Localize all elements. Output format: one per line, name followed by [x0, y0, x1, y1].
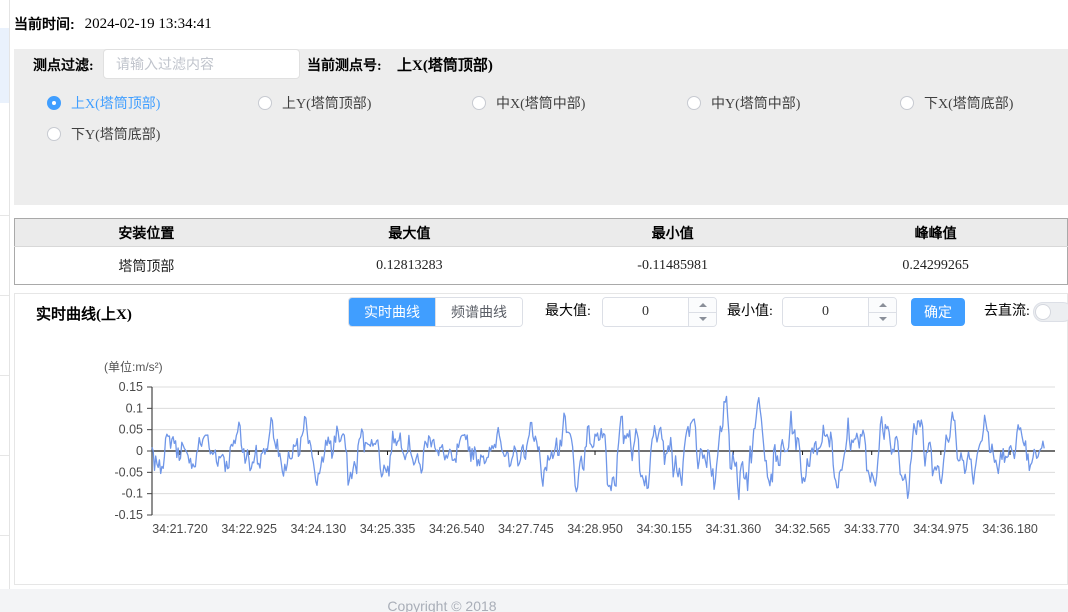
sidebar-divider [0, 215, 9, 216]
col-install-position: 安装位置 [15, 219, 278, 247]
toggle-knob [1035, 304, 1051, 320]
radio-circle-icon [472, 96, 486, 110]
cell-install-position: 塔筒顶部 [15, 247, 278, 285]
min-value-input[interactable] [783, 298, 868, 326]
radio-label: 上X(塔筒顶部) [71, 93, 160, 113]
min-value-input-group [782, 297, 897, 327]
radio-circle-icon [258, 96, 272, 110]
chart-series-line [152, 396, 1044, 499]
radio-point-mid-x[interactable]: 中X(塔筒中部) [472, 93, 585, 113]
stats-header-row: 安装位置 最大值 最小值 峰峰值 [15, 219, 1068, 247]
chart-unit-label: (单位:m/s²) [104, 358, 163, 375]
radio-circle-icon [47, 127, 61, 141]
spinner-up-button[interactable] [869, 298, 896, 313]
chart-x-tick-label: 34:30.155 [636, 522, 692, 536]
chart-y-tick-label: -0.05 [115, 465, 144, 479]
max-value-input[interactable] [603, 298, 688, 326]
col-min-value: 最小值 [541, 219, 804, 247]
sidebar-active-item[interactable] [0, 28, 9, 103]
point-filter-panel: 测点过滤: 当前测点号: 上X(塔筒顶部) 上X(塔筒顶部) 上Y(塔筒顶部) … [14, 49, 1068, 205]
filter-label: 测点过滤: [33, 55, 94, 75]
col-max-value: 最大值 [278, 219, 541, 247]
table-row: 塔筒顶部 0.12813283 -0.11485981 0.24299265 [15, 247, 1068, 285]
radio-label: 上Y(塔筒顶部) [282, 93, 371, 113]
chart-x-tick-label: 34:25.335 [360, 522, 416, 536]
cell-min-value: -0.11485981 [541, 247, 804, 285]
chevron-up-icon [699, 303, 707, 307]
spinner-down-button[interactable] [689, 313, 716, 327]
tab-spectrum-curve[interactable]: 频谱曲线 [435, 298, 522, 326]
sidebar-divider [0, 455, 9, 456]
sidebar-edge [0, 0, 10, 590]
chart-x-tick-label: 34:31.360 [706, 522, 762, 536]
tab-realtime-curve[interactable]: 实时曲线 [349, 298, 435, 326]
chart-x-tick-label: 34:34.975 [913, 522, 969, 536]
copyright-text: Copyright © 2018 [0, 598, 884, 612]
current-time-label: 当前时间: [14, 14, 75, 34]
curve-tab-group: 实时曲线 频谱曲线 [348, 297, 523, 327]
realtime-curve-panel: 实时曲线(上X) 实时曲线 频谱曲线 最大值: 最小值: 确定 去直流: ( [14, 293, 1068, 585]
min-value-spinner [868, 298, 896, 326]
max-value-label: 最大值: [545, 297, 591, 327]
radio-point-mid-y[interactable]: 中Y(塔筒中部) [687, 93, 800, 113]
waveform-chart: 0.15 0.1 0.05 0 -0.05 -0.1 -0.15 34:21.720 34:22… [101, 380, 1061, 556]
min-value-label: 最小值: [727, 297, 773, 327]
radio-circle-icon [47, 96, 61, 110]
app-window: 当前时间: 2024-02-19 13:34:41 测点过滤: 当前测点号: 上… [0, 0, 1068, 612]
chevron-down-icon [699, 317, 707, 321]
chevron-down-icon [879, 317, 887, 321]
page-footer: Copyright © 2018 [0, 589, 1068, 612]
radio-label: 下Y(塔筒底部) [71, 124, 160, 144]
radio-point-lower-x[interactable]: 下X(塔筒底部) [900, 93, 1013, 113]
chart-y-tick-label: -0.1 [121, 487, 143, 501]
radio-point-upper-y[interactable]: 上Y(塔筒顶部) [258, 93, 371, 113]
remove-dc-toggle[interactable] [1033, 302, 1068, 322]
spinner-down-button[interactable] [869, 313, 896, 327]
max-value-spinner [688, 298, 716, 326]
chart-x-tick-label: 34:33.770 [844, 522, 900, 536]
radio-label: 下X(塔筒底部) [924, 93, 1013, 113]
remove-dc-label: 去直流: [984, 297, 1030, 327]
current-time-bar: 当前时间: 2024-02-19 13:34:41 [14, 12, 212, 36]
chart-y-tick-label: 0.15 [119, 380, 143, 394]
max-value-input-group [602, 297, 717, 327]
radio-label: 中Y(塔筒中部) [711, 93, 800, 113]
chart-y-tick-label: 0.05 [119, 423, 143, 437]
chart-y-tick-label: 0 [136, 444, 143, 458]
sidebar-divider [0, 295, 9, 296]
chart-x-tick-label: 34:28.950 [567, 522, 623, 536]
chart-x-tick-label: 34:26.540 [429, 522, 485, 536]
chart-panel-title: 实时曲线(上X) [36, 303, 132, 324]
current-point-label: 当前测点号: [307, 55, 382, 75]
radio-point-lower-y[interactable]: 下Y(塔筒底部) [47, 124, 160, 144]
chart-x-tick-label: 34:22.925 [221, 522, 277, 536]
filter-input[interactable] [103, 49, 300, 79]
stats-table: 安装位置 最大值 最小值 峰峰值 塔筒顶部 0.12813283 -0.1148… [14, 218, 1068, 285]
confirm-button[interactable]: 确定 [911, 298, 965, 326]
sidebar-divider [0, 375, 9, 376]
current-point-value: 上X(塔筒顶部) [397, 54, 493, 75]
chart-x-tick-label: 34:21.720 [152, 522, 208, 536]
col-peak-peak-value: 峰峰值 [804, 219, 1067, 247]
chart-x-tick-label: 34:24.130 [291, 522, 347, 536]
radio-circle-icon [687, 96, 701, 110]
chart-y-tick-label: 0.1 [126, 401, 143, 415]
current-time-value: 2024-02-19 13:34:41 [85, 16, 212, 33]
chart-x-tick-label: 34:32.565 [775, 522, 831, 536]
chart-x-tick-label: 34:27.745 [498, 522, 554, 536]
chart-y-tick-label: -0.15 [115, 508, 144, 522]
sidebar-divider [0, 535, 9, 536]
radio-point-upper-x[interactable]: 上X(塔筒顶部) [47, 93, 160, 113]
radio-label: 中X(塔筒中部) [496, 93, 585, 113]
chevron-up-icon [879, 303, 887, 307]
chart-x-tick-label: 34:36.180 [982, 522, 1038, 536]
radio-circle-icon [900, 96, 914, 110]
spinner-up-button[interactable] [689, 298, 716, 313]
cell-peak-peak-value: 0.24299265 [804, 247, 1067, 285]
cell-max-value: 0.12813283 [278, 247, 541, 285]
